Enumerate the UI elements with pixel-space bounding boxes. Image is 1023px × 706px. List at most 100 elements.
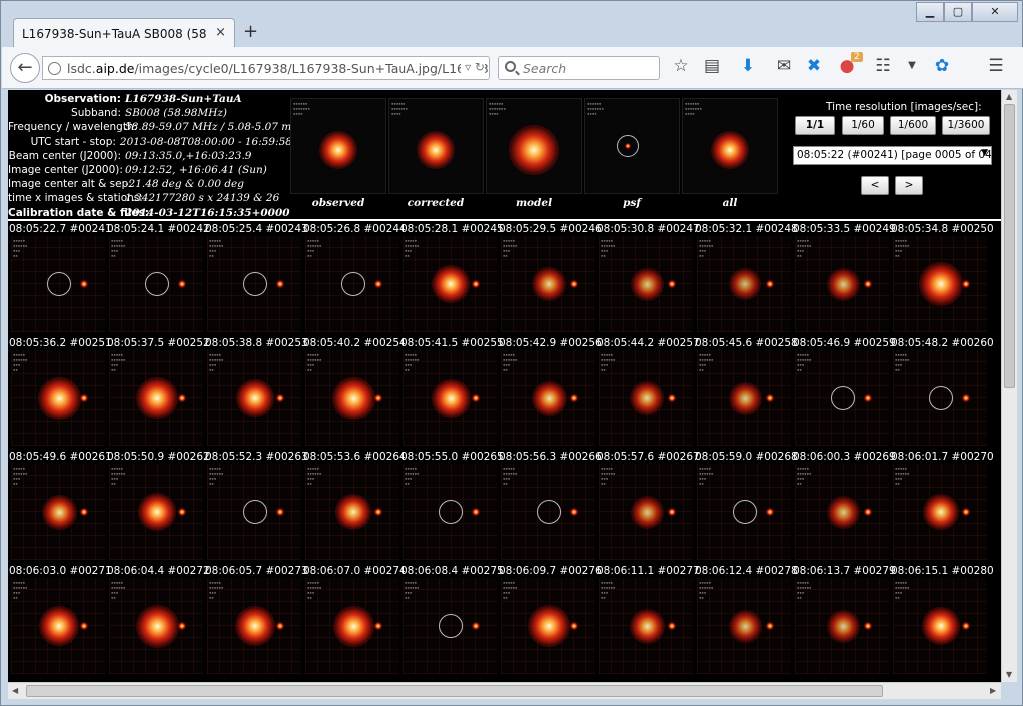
frame-thumbnail[interactable]: ▪▪▪▪▪ ▪▪▪▪▪▪ ▪▪▪ ▪▪ (11, 350, 105, 446)
frame-cell[interactable]: 08:05:53.6 #00264 ▪▪▪▪▪ ▪▪▪▪▪▪ ▪▪▪ ▪▪ (303, 451, 406, 565)
scroll-up-icon[interactable]: ▲ (1006, 92, 1012, 101)
frame-thumbnail[interactable]: ▪▪▪▪▪ ▪▪▪▪▪▪ ▪▪▪ ▪▪ (599, 236, 693, 332)
download-icon[interactable]: ⬇ (736, 56, 760, 76)
frame-cell[interactable]: 08:06:05.7 #00273 ▪▪▪▪▪ ▪▪▪▪▪▪ ▪▪▪ ▪▪ (205, 565, 308, 679)
frame-cell[interactable]: 08:05:45.6 #00258 ▪▪▪▪▪ ▪▪▪▪▪▪ ▪▪▪ ▪▪ (695, 337, 798, 451)
resolution-button[interactable]: 1/3600 (942, 116, 990, 135)
frame-thumbnail[interactable]: ▪▪▪▪▪ ▪▪▪▪▪▪ ▪▪▪ ▪▪ (109, 350, 203, 446)
frame-thumbnail[interactable]: ▪▪▪▪▪ ▪▪▪▪▪▪ ▪▪▪ ▪▪ (11, 578, 105, 674)
horizontal-scroll-thumb[interactable] (26, 685, 883, 697)
frame-thumbnail[interactable]: ▪▪▪▪▪ ▪▪▪▪▪▪ ▪▪▪ ▪▪ (207, 350, 301, 446)
frame-thumbnail[interactable]: ▪▪▪▪▪ ▪▪▪▪▪▪ ▪▪▪ ▪▪ (795, 236, 889, 332)
preview-corrected[interactable]: ▪▪▪▪▪▪ ▪▪▪▪▪▪▪ ▪▪▪▪ (388, 98, 484, 194)
frame-cell[interactable]: 08:06:13.7 #00279 ▪▪▪▪▪ ▪▪▪▪▪▪ ▪▪▪ ▪▪ (793, 565, 896, 679)
frame-cell[interactable]: 08:05:56.3 #00266 ▪▪▪▪▪ ▪▪▪▪▪▪ ▪▪▪ ▪▪ (499, 451, 602, 565)
frame-cell[interactable]: 08:05:41.5 #00255 ▪▪▪▪▪ ▪▪▪▪▪▪ ▪▪▪ ▪▪ (401, 337, 504, 451)
frame-thumbnail[interactable]: ▪▪▪▪▪ ▪▪▪▪▪▪ ▪▪▪ ▪▪ (697, 578, 791, 674)
frame-cell[interactable]: 08:06:15.1 #00280 ▪▪▪▪▪ ▪▪▪▪▪▪ ▪▪▪ ▪▪ (891, 565, 994, 679)
frame-cell[interactable]: 08:05:32.1 #00248 ▪▪▪▪▪ ▪▪▪▪▪▪ ▪▪▪ ▪▪ (695, 223, 798, 337)
frame-cell[interactable]: 08:05:55.0 #00265 ▪▪▪▪▪ ▪▪▪▪▪▪ ▪▪▪ ▪▪ (401, 451, 504, 565)
search-input[interactable]: Search (498, 56, 660, 80)
frame-cell[interactable]: 08:06:00.3 #00269 ▪▪▪▪▪ ▪▪▪▪▪▪ ▪▪▪ ▪▪ (793, 451, 896, 565)
frame-thumbnail[interactable]: ▪▪▪▪▪ ▪▪▪▪▪▪ ▪▪▪ ▪▪ (109, 464, 203, 560)
frame-thumbnail[interactable]: ▪▪▪▪▪ ▪▪▪▪▪▪ ▪▪▪ ▪▪ (305, 578, 399, 674)
browser-tab[interactable]: L167938-Sun+TauA SB008 (58.9... × (13, 18, 235, 47)
frame-cell[interactable]: 08:05:57.6 #00267 ▪▪▪▪▪ ▪▪▪▪▪▪ ▪▪▪ ▪▪ (597, 451, 700, 565)
frame-cell[interactable]: 08:06:03.0 #00271 ▪▪▪▪▪ ▪▪▪▪▪▪ ▪▪▪ ▪▪ (9, 565, 112, 679)
frame-cell[interactable]: 08:06:04.4 #00272 ▪▪▪▪▪ ▪▪▪▪▪▪ ▪▪▪ ▪▪ (107, 565, 210, 679)
next-page-button[interactable]: > (895, 176, 923, 195)
frame-thumbnail[interactable]: ▪▪▪▪▪ ▪▪▪▪▪▪ ▪▪▪ ▪▪ (501, 464, 595, 560)
close-window-button[interactable]: ✕ (972, 2, 1018, 22)
frame-thumbnail[interactable]: ▪▪▪▪▪ ▪▪▪▪▪▪ ▪▪▪ ▪▪ (207, 578, 301, 674)
frame-cell[interactable]: 08:05:25.4 #00243 ▪▪▪▪▪ ▪▪▪▪▪▪ ▪▪▪ ▪▪ (205, 223, 308, 337)
previous-page-button[interactable]: < (861, 176, 889, 195)
frame-cell[interactable]: 08:05:34.8 #00250 ▪▪▪▪▪ ▪▪▪▪▪▪ ▪▪▪ ▪▪ (891, 223, 994, 337)
new-tab-button[interactable]: + (243, 21, 258, 42)
frame-thumbnail[interactable]: ▪▪▪▪▪ ▪▪▪▪▪▪ ▪▪▪ ▪▪ (207, 464, 301, 560)
frame-cell[interactable]: 08:05:28.1 #00245 ▪▪▪▪▪ ▪▪▪▪▪▪ ▪▪▪ ▪▪ (401, 223, 504, 337)
menu-icon[interactable]: ☰ (984, 56, 1008, 76)
frame-cell[interactable]: 08:05:33.5 #00249 ▪▪▪▪▪ ▪▪▪▪▪▪ ▪▪▪ ▪▪ (793, 223, 896, 337)
frame-cell[interactable]: 08:05:49.6 #00261 ▪▪▪▪▪ ▪▪▪▪▪▪ ▪▪▪ ▪▪ (9, 451, 112, 565)
frame-thumbnail[interactable]: ▪▪▪▪▪ ▪▪▪▪▪▪ ▪▪▪ ▪▪ (501, 578, 595, 674)
frame-cell[interactable]: 08:05:46.9 #00259 ▪▪▪▪▪ ▪▪▪▪▪▪ ▪▪▪ ▪▪ (793, 337, 896, 451)
frame-thumbnail[interactable]: ▪▪▪▪▪ ▪▪▪▪▪▪ ▪▪▪ ▪▪ (501, 236, 595, 332)
frame-cell[interactable]: 08:05:22.7 #00241 ▪▪▪▪▪ ▪▪▪▪▪▪ ▪▪▪ ▪▪ (9, 223, 112, 337)
scroll-down-icon[interactable]: ▼ (1006, 670, 1012, 679)
frame-thumbnail[interactable]: ▪▪▪▪▪ ▪▪▪▪▪▪ ▪▪▪ ▪▪ (403, 350, 497, 446)
scroll-right-icon[interactable]: ▶ (990, 686, 996, 695)
preview-psf[interactable]: ▪▪▪▪▪▪ ▪▪▪▪▪▪▪ ▪▪▪▪ (584, 98, 680, 194)
frame-thumbnail[interactable]: ▪▪▪▪▪ ▪▪▪▪▪▪ ▪▪▪ ▪▪ (697, 350, 791, 446)
frame-thumbnail[interactable]: ▪▪▪▪▪ ▪▪▪▪▪▪ ▪▪▪ ▪▪ (795, 464, 889, 560)
bookmark-star-icon[interactable]: ☆ (669, 56, 693, 76)
frame-cell[interactable]: 08:05:30.8 #00247 ▪▪▪▪▪ ▪▪▪▪▪▪ ▪▪▪ ▪▪ (597, 223, 700, 337)
frame-thumbnail[interactable]: ▪▪▪▪▪ ▪▪▪▪▪▪ ▪▪▪ ▪▪ (403, 236, 497, 332)
frame-thumbnail[interactable]: ▪▪▪▪▪ ▪▪▪▪▪▪ ▪▪▪ ▪▪ (403, 578, 497, 674)
frame-thumbnail[interactable]: ▪▪▪▪▪ ▪▪▪▪▪▪ ▪▪▪ ▪▪ (795, 350, 889, 446)
frame-thumbnail[interactable]: ▪▪▪▪▪ ▪▪▪▪▪▪ ▪▪▪ ▪▪ (305, 350, 399, 446)
frame-thumbnail[interactable]: ▪▪▪▪▪ ▪▪▪▪▪▪ ▪▪▪ ▪▪ (893, 464, 987, 560)
frame-cell[interactable]: 08:05:26.8 #00244 ▪▪▪▪▪ ▪▪▪▪▪▪ ▪▪▪ ▪▪ (303, 223, 406, 337)
frame-thumbnail[interactable]: ▪▪▪▪▪ ▪▪▪▪▪▪ ▪▪▪ ▪▪ (697, 464, 791, 560)
close-tab-icon[interactable]: × (215, 25, 226, 40)
frame-cell[interactable]: 08:05:52.3 #00263 ▪▪▪▪▪ ▪▪▪▪▪▪ ▪▪▪ ▪▪ (205, 451, 308, 565)
frame-thumbnail[interactable]: ▪▪▪▪▪ ▪▪▪▪▪▪ ▪▪▪ ▪▪ (697, 236, 791, 332)
frame-thumbnail[interactable]: ▪▪▪▪▪ ▪▪▪▪▪▪ ▪▪▪ ▪▪ (11, 464, 105, 560)
frame-cell[interactable]: 08:06:07.0 #00274 ▪▪▪▪▪ ▪▪▪▪▪▪ ▪▪▪ ▪▪ (303, 565, 406, 679)
frame-cell[interactable]: 08:05:29.5 #00246 ▪▪▪▪▪ ▪▪▪▪▪▪ ▪▪▪ ▪▪ (499, 223, 602, 337)
frame-thumbnail[interactable]: ▪▪▪▪▪ ▪▪▪▪▪▪ ▪▪▪ ▪▪ (599, 464, 693, 560)
frame-cell[interactable]: 08:06:12.4 #00278 ▪▪▪▪▪ ▪▪▪▪▪▪ ▪▪▪ ▪▪ (695, 565, 798, 679)
frame-cell[interactable]: 08:05:40.2 #00254 ▪▪▪▪▪ ▪▪▪▪▪▪ ▪▪▪ ▪▪ (303, 337, 406, 451)
frame-cell[interactable]: 08:06:01.7 #00270 ▪▪▪▪▪ ▪▪▪▪▪▪ ▪▪▪ ▪▪ (891, 451, 994, 565)
frame-cell[interactable]: 08:06:09.7 #00276 ▪▪▪▪▪ ▪▪▪▪▪▪ ▪▪▪ ▪▪ (499, 565, 602, 679)
preview-observed[interactable]: ▪▪▪▪▪▪ ▪▪▪▪▪▪▪ ▪▪▪▪ (290, 98, 386, 194)
frame-thumbnail[interactable]: ▪▪▪▪▪ ▪▪▪▪▪▪ ▪▪▪ ▪▪ (207, 236, 301, 332)
frame-select[interactable]: 08:05:22 (#00241) [page 0005 of 0403] ▼ (793, 146, 992, 165)
frame-thumbnail[interactable]: ▪▪▪▪▪ ▪▪▪▪▪▪ ▪▪▪ ▪▪ (11, 236, 105, 332)
frame-cell[interactable]: 08:05:38.8 #00253 ▪▪▪▪▪ ▪▪▪▪▪▪ ▪▪▪ ▪▪ (205, 337, 308, 451)
frame-thumbnail[interactable]: ▪▪▪▪▪ ▪▪▪▪▪▪ ▪▪▪ ▪▪ (305, 464, 399, 560)
preview-model[interactable]: ▪▪▪▪▪▪ ▪▪▪▪▪▪▪ ▪▪▪▪ (486, 98, 582, 194)
resolution-button[interactable]: 1/60 (842, 116, 884, 135)
frame-thumbnail[interactable]: ▪▪▪▪▪ ▪▪▪▪▪▪ ▪▪▪ ▪▪ (305, 236, 399, 332)
frame-cell[interactable]: 08:05:37.5 #00252 ▪▪▪▪▪ ▪▪▪▪▪▪ ▪▪▪ ▪▪ (107, 337, 210, 451)
frame-thumbnail[interactable]: ▪▪▪▪▪ ▪▪▪▪▪▪ ▪▪▪ ▪▪ (109, 236, 203, 332)
frame-cell[interactable]: 08:06:08.4 #00275 ▪▪▪▪▪ ▪▪▪▪▪▪ ▪▪▪ ▪▪ (401, 565, 504, 679)
resolution-button[interactable]: 1/1 (795, 116, 835, 135)
url-bar[interactable]: lsdc.aip.de/images/cycle0/L167938/L16793… (42, 56, 490, 80)
maximize-button[interactable]: ▢ (944, 2, 972, 22)
mail-icon[interactable]: ✉ (772, 56, 796, 76)
reload-icon[interactable]: ▿ ↻ (461, 60, 485, 74)
network-icon[interactable]: ✿ (930, 56, 954, 76)
chevron-down-icon[interactable]: ▼ (900, 60, 924, 71)
frame-cell[interactable]: 08:05:36.2 #00251 ▪▪▪▪▪ ▪▪▪▪▪▪ ▪▪▪ ▪▪ (9, 337, 112, 451)
scroll-left-icon[interactable]: ◀ (12, 686, 18, 695)
frame-thumbnail[interactable]: ▪▪▪▪▪ ▪▪▪▪▪▪ ▪▪▪ ▪▪ (893, 350, 987, 446)
frame-cell[interactable]: 08:06:11.1 #00277 ▪▪▪▪▪ ▪▪▪▪▪▪ ▪▪▪ ▪▪ (597, 565, 700, 679)
reading-list-icon[interactable]: ▤ (700, 56, 724, 76)
frame-cell[interactable]: 08:05:42.9 #00256 ▪▪▪▪▪ ▪▪▪▪▪▪ ▪▪▪ ▪▪ (499, 337, 602, 451)
back-arrow-icon[interactable]: ← (10, 53, 40, 83)
clipboard-icon[interactable]: ☷ (871, 56, 895, 76)
frame-thumbnail[interactable]: ▪▪▪▪▪ ▪▪▪▪▪▪ ▪▪▪ ▪▪ (599, 350, 693, 446)
